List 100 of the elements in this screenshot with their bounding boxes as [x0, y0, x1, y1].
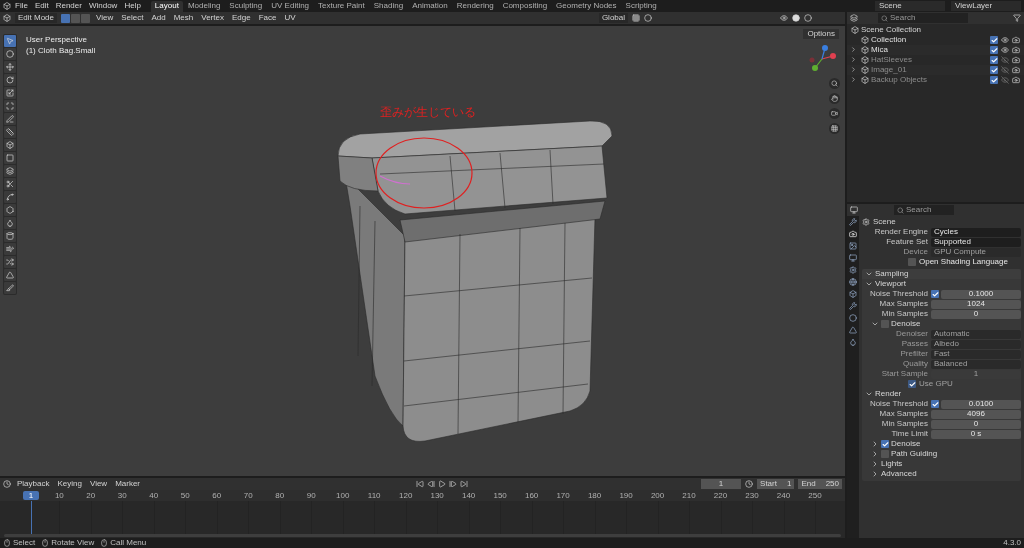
particles-icon[interactable]: [849, 314, 857, 322]
move-icon[interactable]: [4, 61, 16, 73]
zoom-icon[interactable]: [829, 78, 840, 89]
current-frame-field[interactable]: 1: [701, 479, 742, 489]
proportional-icon[interactable]: [644, 14, 652, 22]
menu-item[interactable]: Select: [119, 14, 146, 22]
axis-gizmo-icon[interactable]: [807, 44, 837, 74]
number-field[interactable]: 0: [931, 309, 1021, 319]
outliner-item[interactable]: Backup Objects: [871, 76, 928, 84]
menu-item[interactable]: View: [87, 480, 110, 488]
jump-end-icon[interactable]: [460, 480, 469, 488]
checkbox[interactable]: [931, 400, 939, 408]
panel-header[interactable]: Sampling: [862, 269, 1021, 279]
checkbox[interactable]: [990, 56, 998, 64]
eye-closed-icon[interactable]: [1001, 56, 1009, 64]
mode-dropdown[interactable]: Edit Mode: [15, 13, 58, 23]
view-layer-icon[interactable]: [849, 254, 857, 262]
checkbox[interactable]: [990, 76, 998, 84]
workspace-tab[interactable]: Geometry Nodes: [552, 0, 621, 12]
menu-item[interactable]: File: [12, 2, 31, 10]
workspace-tab[interactable]: Texture Paint: [314, 0, 369, 12]
checkbox[interactable]: [881, 320, 889, 328]
knife-icon[interactable]: [4, 282, 16, 294]
cylinder-icon[interactable]: [4, 230, 16, 242]
menu-item[interactable]: Window: [85, 2, 121, 10]
camera-icon[interactable]: [1012, 46, 1020, 54]
menu-item[interactable]: View: [94, 14, 116, 22]
ruler-icon[interactable]: [4, 126, 16, 138]
transform-icon[interactable]: [4, 100, 16, 112]
select-mode-button[interactable]: [61, 13, 71, 23]
droplet-icon[interactable]: [4, 217, 16, 229]
pan-hand-icon[interactable]: [829, 93, 840, 104]
filter-icon[interactable]: [1013, 14, 1021, 22]
triangle-icon[interactable]: [4, 269, 16, 281]
workspace-tab[interactable]: Animation: [408, 0, 452, 12]
workspace-tab[interactable]: Layout: [150, 0, 183, 12]
camera-icon[interactable]: [1012, 56, 1020, 64]
subpanel-header[interactable]: Viewport: [862, 279, 1021, 289]
shading-solid-icon[interactable]: [792, 14, 800, 22]
scale-icon[interactable]: [4, 87, 16, 99]
chevron-down-icon[interactable]: [871, 320, 879, 328]
workspace-tab[interactable]: Scripting: [621, 0, 661, 12]
number-field[interactable]: 4096: [931, 409, 1021, 419]
shading-material-icon[interactable]: [804, 14, 812, 22]
checkbox[interactable]: [931, 290, 939, 298]
outliner-item[interactable]: Collection: [871, 36, 907, 44]
subpanel-header[interactable]: Denoise: [862, 439, 1021, 449]
search-field[interactable]: Search: [878, 13, 968, 23]
workspace-tab[interactable]: Modeling: [183, 0, 225, 12]
number-field[interactable]: 0: [931, 419, 1021, 429]
pen-icon[interactable]: [4, 113, 16, 125]
jump-start-icon[interactable]: [416, 480, 425, 488]
spline-icon[interactable]: [4, 191, 16, 203]
subpanel-header[interactable]: Lights: [862, 459, 1021, 469]
number-field[interactable]: 0 s: [931, 429, 1021, 439]
checkbox[interactable]: [881, 440, 889, 448]
checkbox[interactable]: [990, 46, 998, 54]
menu-item[interactable]: Mesh: [171, 14, 196, 22]
editor-type-icon[interactable]: [850, 14, 858, 22]
checkbox[interactable]: [908, 258, 916, 266]
object-icon[interactable]: [849, 290, 857, 298]
view-layer-selector[interactable]: ViewLayer: [951, 1, 1021, 11]
menu-item[interactable]: Face: [256, 14, 279, 22]
outliner-item[interactable]: Image_01: [871, 66, 907, 74]
orientation-dropdown[interactable]: Global: [598, 13, 628, 23]
camera-icon[interactable]: [829, 108, 840, 119]
scene-selector[interactable]: Scene: [875, 1, 945, 11]
eye-closed-icon[interactable]: [1001, 66, 1009, 74]
step-back-icon[interactable]: [427, 480, 436, 488]
scene-icon[interactable]: [849, 266, 857, 274]
workspace-tab[interactable]: UV Editing: [267, 0, 314, 12]
editor-type-icon[interactable]: [850, 206, 858, 214]
tool-icon[interactable]: [849, 218, 857, 226]
workspace-tab[interactable]: Rendering: [452, 0, 498, 12]
square-icon[interactable]: [4, 152, 16, 164]
dropdown-field[interactable]: Cycles: [931, 227, 1021, 237]
number-field[interactable]: 0.0100: [941, 399, 1021, 409]
subpanel-header[interactable]: Advanced: [862, 469, 1021, 479]
menu-item[interactable]: Edit: [31, 2, 52, 10]
overlay-icon[interactable]: [780, 14, 788, 22]
menu-item[interactable]: Playback: [15, 480, 52, 488]
dropdown-field[interactable]: Supported: [931, 237, 1021, 247]
eye-icon[interactable]: [1001, 46, 1009, 54]
workspace-tab[interactable]: Compositing: [498, 0, 552, 12]
outliner-item[interactable]: Scene Collection: [861, 26, 922, 34]
outliner-item[interactable]: HatSleeves: [871, 56, 912, 64]
world-icon[interactable]: [849, 278, 857, 286]
menu-item[interactable]: Keying: [55, 480, 84, 488]
hexagon-icon[interactable]: [4, 204, 16, 216]
eye-icon[interactable]: [1001, 36, 1009, 44]
workspace-tab[interactable]: Sculpting: [225, 0, 267, 12]
camera-icon[interactable]: [1012, 36, 1020, 44]
render-icon[interactable]: [849, 230, 857, 238]
eye-closed-icon[interactable]: [1001, 76, 1009, 84]
menu-item[interactable]: Marker: [113, 480, 143, 488]
mesh-data-icon[interactable]: [849, 326, 857, 334]
editor-type-icon[interactable]: [3, 480, 11, 488]
checkbox[interactable]: [881, 450, 889, 458]
checkbox[interactable]: [990, 66, 998, 74]
subpanel-header[interactable]: Denoise: [862, 319, 1021, 329]
